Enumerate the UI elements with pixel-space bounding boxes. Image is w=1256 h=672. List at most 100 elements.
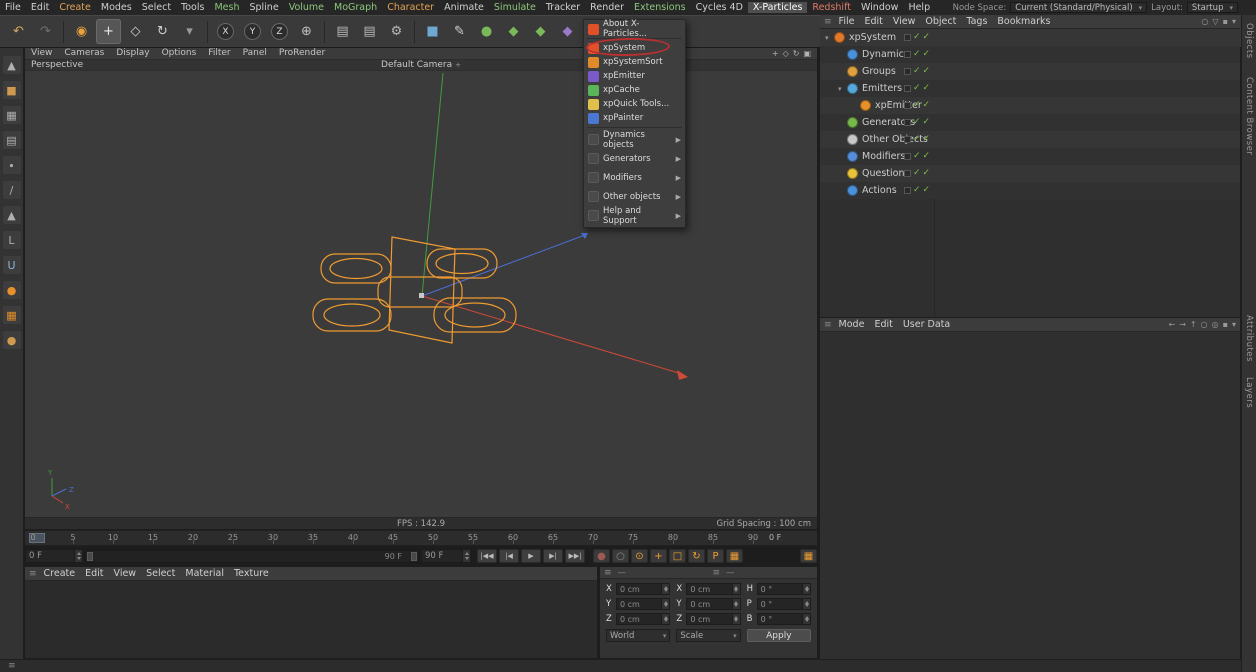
spinner-icon[interactable]: [732, 584, 740, 594]
visibility-dot[interactable]: [904, 34, 911, 41]
spinner-icon[interactable]: [661, 584, 669, 594]
tab-attributes[interactable]: Attributes: [1244, 315, 1254, 362]
menu-create[interactable]: Create: [54, 2, 96, 13]
panel-grip[interactable]: ≡: [8, 661, 16, 671]
viewport-menu-display[interactable]: Display: [110, 48, 155, 58]
size-z-field[interactable]: 0 cm: [686, 613, 740, 625]
menu-animate[interactable]: Animate: [439, 2, 489, 13]
state-check-icon[interactable]: ✓: [923, 101, 931, 110]
tree-item-xpsystem[interactable]: ▾xpSystem✓✓: [820, 29, 1240, 46]
enable-check-icon[interactable]: ✓: [913, 169, 921, 178]
autokeying-icon[interactable]: ⊙: [631, 549, 648, 563]
material-menu-view[interactable]: View: [109, 568, 142, 579]
sphere-tool-icon[interactable]: ●: [3, 331, 21, 349]
zoom-view-icon[interactable]: ◇: [783, 49, 789, 58]
record-keyframe-icon[interactable]: ●: [593, 549, 610, 563]
panel-grip[interactable]: ≡: [713, 568, 721, 578]
menu-mograph[interactable]: MoGraph: [329, 2, 382, 13]
lock-icon[interactable]: ▪: [1223, 17, 1228, 26]
xp-menu-item-xpcache[interactable]: xpCache: [584, 83, 685, 97]
xp-menu-item-help-and-support[interactable]: Help and Support▶: [584, 206, 685, 225]
panel-grip[interactable]: ≡: [604, 568, 612, 578]
visibility-dot[interactable]: [904, 102, 911, 109]
lock-icon[interactable]: ▪: [1223, 320, 1228, 329]
viewport-canvas[interactable]: Y Z X: [25, 71, 817, 517]
enable-check-icon[interactable]: ✓: [913, 33, 921, 42]
expand-caret-icon[interactable]: ▾: [838, 85, 847, 93]
spinner-icon[interactable]: [661, 599, 669, 609]
size-y-field[interactable]: 0 cm: [686, 598, 740, 610]
menu-window[interactable]: Window: [856, 2, 903, 13]
lock-y-axis-icon[interactable]: Y: [240, 19, 265, 44]
panel-grip[interactable]: ≡: [29, 569, 37, 579]
polygons-mode-icon[interactable]: ▲: [3, 206, 21, 224]
menu-mesh[interactable]: Mesh: [209, 2, 244, 13]
next-frame-button[interactable]: ▶|: [543, 549, 563, 563]
tab-content-browser[interactable]: Content Browser: [1244, 77, 1254, 155]
render-picture-viewer-icon[interactable]: ▤: [357, 19, 382, 44]
xp-menu-item-generators[interactable]: Generators▶: [584, 149, 685, 168]
toggle-views-icon[interactable]: ▣: [803, 49, 811, 58]
range-start-handle[interactable]: [87, 552, 93, 561]
add-deformer-icon[interactable]: ◆: [555, 19, 580, 44]
tab-objects[interactable]: Objects: [1244, 23, 1254, 59]
menu-volume[interactable]: Volume: [284, 2, 329, 13]
material-menu-material[interactable]: Material: [180, 568, 229, 579]
preview-range-slider[interactable]: 90 F: [85, 550, 419, 563]
key-scale-icon[interactable]: □: [669, 549, 686, 563]
xp-menu-item-xpemitter[interactable]: xpEmitter: [584, 69, 685, 83]
add-cube-icon[interactable]: ■: [420, 19, 445, 44]
paint-tool-icon[interactable]: ●: [3, 281, 21, 299]
menu-help[interactable]: Help: [903, 2, 935, 13]
menu-tools[interactable]: Tools: [176, 2, 209, 13]
state-check-icon[interactable]: ✓: [923, 118, 931, 127]
goto-start-button[interactable]: |◀◀: [477, 549, 497, 563]
om-menu-tags[interactable]: Tags: [961, 16, 992, 27]
menu-tracker[interactable]: Tracker: [541, 2, 585, 13]
visibility-dot[interactable]: [904, 136, 911, 143]
snap-toggle-icon[interactable]: U: [3, 256, 21, 274]
viewport-menu-view[interactable]: View: [25, 48, 58, 58]
state-check-icon[interactable]: ✓: [923, 33, 931, 42]
tree-item-dynamics[interactable]: Dynamics✓✓: [820, 46, 1240, 63]
material-menu-texture[interactable]: Texture: [229, 568, 274, 579]
coordinate-system-icon[interactable]: ⊕: [294, 19, 319, 44]
state-check-icon[interactable]: ✓: [923, 152, 931, 161]
xp-menu-item-dynamics-objects[interactable]: Dynamics objects▶: [584, 130, 685, 149]
tree-item-other-objects[interactable]: Other Objects✓✓: [820, 131, 1240, 148]
visibility-dot[interactable]: [904, 51, 911, 58]
texture-mode-icon[interactable]: ▦: [3, 106, 21, 124]
xp-menu-item-xppainter[interactable]: xpPainter: [584, 111, 685, 125]
spinner-icon[interactable]: [802, 614, 810, 624]
panel-grip[interactable]: ≡: [824, 17, 832, 27]
material-manager-body[interactable]: [25, 581, 597, 658]
model-mode-icon[interactable]: ■: [3, 81, 21, 99]
key-pla-icon[interactable]: ▦: [726, 549, 743, 563]
spinner-icon[interactable]: [74, 550, 82, 562]
viewport-camera-label[interactable]: Default Camera +: [381, 60, 461, 70]
am-menu-user-data[interactable]: User Data: [898, 319, 955, 330]
tree-item-xpemitter[interactable]: xpEmitter✓✓: [820, 97, 1240, 114]
scale-tool-icon[interactable]: ◇: [123, 19, 148, 44]
tree-item-questions[interactable]: Questions✓✓: [820, 165, 1240, 182]
tree-item-modifiers[interactable]: Modifiers✓✓: [820, 148, 1240, 165]
enable-check-icon[interactable]: ✓: [913, 67, 921, 76]
visibility-dot[interactable]: [904, 119, 911, 126]
xp-menu-item-xpquick-tools[interactable]: xpQuick Tools...: [584, 97, 685, 111]
visibility-dot[interactable]: [904, 153, 911, 160]
tree-item-emitters[interactable]: ▾Emitters✓✓: [820, 80, 1240, 97]
om-menu-object[interactable]: Object: [920, 16, 961, 27]
redo-icon[interactable]: ↷: [33, 19, 58, 44]
spinner-icon[interactable]: [732, 599, 740, 609]
tree-item-generators[interactable]: Generators✓✓: [820, 114, 1240, 131]
enable-check-icon[interactable]: ✓: [913, 186, 921, 195]
xp-menu-item-modifiers[interactable]: Modifiers▶: [584, 168, 685, 187]
menu-modes[interactable]: Modes: [96, 2, 137, 13]
add-subdivision-surface-icon[interactable]: ●: [474, 19, 499, 44]
play-button[interactable]: ▶: [521, 549, 541, 563]
last-used-tool-icon[interactable]: ▾: [177, 19, 202, 44]
enable-check-icon[interactable]: ✓: [913, 152, 921, 161]
live-selection-icon[interactable]: ◉: [69, 19, 94, 44]
preview-range-icon[interactable]: ▦: [800, 549, 817, 563]
position-z-field[interactable]: 0 cm: [616, 613, 670, 625]
